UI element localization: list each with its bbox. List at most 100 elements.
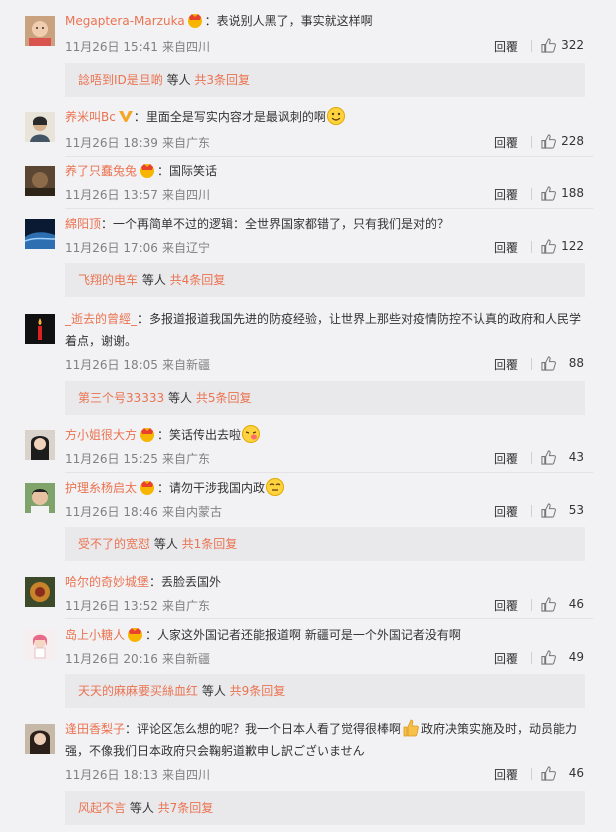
sub-reply-total[interactable]: 共1条回复 (182, 537, 238, 551)
thumbs-up-icon[interactable] (541, 186, 556, 201)
sub-reply-total[interactable]: 共5条回复 (196, 391, 252, 405)
divider (531, 136, 532, 148)
comment-time: 11月26日 18:05 (65, 358, 158, 372)
comment-source: 来自四川 (161, 40, 210, 54)
like-count: 46 (568, 766, 584, 780)
username-link[interactable]: 养了只蠢兔兔 (65, 164, 137, 178)
sub-reply-mid: 等人 (198, 684, 230, 698)
comment-source: 来自新疆 (161, 358, 210, 372)
like-count: 43 (568, 450, 584, 464)
comment-time: 11月26日 18:39 (65, 136, 158, 150)
avatar[interactable] (25, 724, 55, 754)
sub-reply-total[interactable]: 共4条回复 (170, 273, 226, 287)
sub-replies-box[interactable]: 受不了的宽怼 等人 共1条回复 (65, 527, 585, 561)
comment-meta: 11月26日 18:46 来自内蒙古 (65, 503, 222, 520)
vip-crown-icon (137, 160, 157, 180)
like-count: 49 (568, 650, 584, 664)
reply-button[interactable]: 回覆 (494, 503, 518, 520)
sub-reply-user[interactable]: 飞翔的电车 (78, 273, 138, 287)
username-link[interactable]: 哈尔的奇妙城堡 (65, 575, 149, 589)
vip-crown-icon (185, 10, 205, 30)
avatar[interactable] (25, 577, 55, 607)
avatar[interactable] (25, 166, 55, 196)
avatar[interactable] (25, 630, 55, 660)
avatar[interactable] (25, 219, 55, 249)
avatar[interactable] (25, 314, 55, 344)
avatar[interactable] (25, 112, 55, 142)
vip-crown-icon (137, 477, 157, 497)
username-link[interactable]: 逢田香梨子 (65, 722, 125, 736)
sub-reply-user[interactable]: 諗唔到ID是旦啲 (78, 73, 163, 87)
comment-meta: 11月26日 15:25 来自广东 (65, 450, 210, 467)
comment-time: 11月26日 13:52 (65, 599, 158, 613)
reply-button[interactable]: 回覆 (494, 134, 518, 151)
comment-feed: Megaptera-Marzuka ：表说别人黑了，事实就这样啊 11月26日 1… (0, 0, 616, 832)
username-link[interactable]: 綿阳顶 (65, 217, 101, 231)
emoji-face-icon (326, 106, 346, 126)
username-link[interactable]: 护理糸杨启太 (65, 481, 137, 495)
thumbs-up-icon[interactable] (541, 650, 556, 665)
sub-replies-box[interactable]: 风起不言 等人 共7条回复 (65, 791, 585, 825)
thumbs-up-icon[interactable] (541, 766, 556, 781)
comment-body: ：请勿干涉我国内政 (157, 481, 266, 495)
reply-button[interactable]: 回覆 (494, 239, 518, 256)
reply-button[interactable]: 回覆 (494, 450, 518, 467)
comment-body: ：国际笑话 (157, 164, 218, 178)
reply-button[interactable]: 回覆 (494, 186, 518, 203)
comment-time: 11月26日 15:25 (65, 452, 158, 466)
verified-v-icon (118, 109, 134, 123)
sub-reply-mid: 等人 (150, 537, 182, 551)
divider (531, 452, 532, 464)
sub-reply-total[interactable]: 共3条回复 (194, 73, 250, 87)
avatar[interactable] (25, 430, 55, 460)
comment-meta: 11月26日 15:41 来自四川 (65, 38, 210, 55)
sub-reply-total[interactable]: 共7条回复 (158, 801, 214, 815)
comment-body: ：里面全是写实内容才是最讽刺的啊 (133, 110, 326, 124)
comment-meta: 11月26日 18:13 来自四川 (65, 766, 210, 783)
comment-time: 11月26日 20:16 (65, 652, 158, 666)
avatar[interactable] (25, 16, 55, 46)
comment-source: 来自新疆 (161, 652, 210, 666)
sub-reply-user[interactable]: 天天的麻麻要买絲血红 (78, 684, 198, 698)
like-count: 53 (568, 503, 584, 517)
username-link[interactable]: 岛上小糖人 (65, 628, 125, 642)
sub-reply-user[interactable]: 受不了的宽怼 (78, 537, 150, 551)
username-link[interactable]: 方小姐很大方 (65, 428, 137, 442)
reply-button[interactable]: 回覆 (494, 597, 518, 614)
thumbs-up-icon[interactable] (541, 38, 556, 53)
username-link[interactable]: _逝去的曾經_ (65, 312, 137, 326)
username-link[interactable]: Megaptera-Marzuka (65, 14, 185, 28)
thumbs-up-icon[interactable] (541, 503, 556, 518)
divider (531, 188, 532, 200)
divider (531, 768, 532, 780)
comment-text: 逢田香梨子：评论区怎么想的呢？我一个日本人看了觉得很棒啊 政府决策实施及时，动员能… (65, 718, 593, 762)
sub-replies-box[interactable]: 諗唔到ID是旦啲 等人 共3条回复 (65, 63, 585, 97)
comment-text: 岛上小糖人 ：人家这外国记者还能报道啊 新疆可是一个外国记者没有啊 (65, 624, 593, 646)
divider (531, 241, 532, 253)
sub-reply-user[interactable]: 第三个号33333 (78, 391, 164, 405)
reply-button[interactable]: 回覆 (494, 766, 518, 783)
thumbs-up-icon[interactable] (541, 597, 556, 612)
sub-replies-box[interactable]: 飞翔的电车 等人 共4条回复 (65, 263, 585, 297)
comment-time: 11月26日 18:46 (65, 505, 158, 519)
sub-reply-mid: 等人 (164, 391, 196, 405)
thumbs-up-icon[interactable] (541, 134, 556, 149)
thumbs-up-icon[interactable] (541, 450, 556, 465)
sub-reply-user[interactable]: 风起不言 (78, 801, 126, 815)
sub-reply-total[interactable]: 共9条回复 (230, 684, 286, 698)
comment-meta: 11月26日 17:06 来自辽宁 (65, 239, 210, 256)
reply-button[interactable]: 回覆 (494, 356, 518, 373)
comment-body: ：一个再简单不过的逻辑：全世界国家都错了，只有我们是对的？ (101, 217, 450, 231)
divider (531, 40, 532, 52)
username-link[interactable]: 养米叫Bc (65, 110, 116, 124)
comment-text: Megaptera-Marzuka ：表说别人黑了，事实就这样啊 (65, 10, 593, 32)
sub-replies-box[interactable]: 天天的麻麻要买絲血红 等人 共9条回复 (65, 674, 585, 708)
comment-body: ：笑话传出去啦 (157, 428, 242, 442)
avatar[interactable] (25, 483, 55, 513)
reply-button[interactable]: 回覆 (494, 38, 518, 55)
reply-button[interactable]: 回覆 (494, 650, 518, 667)
thumbs-up-icon[interactable] (541, 356, 556, 371)
sub-reply-mid: 等人 (162, 73, 195, 87)
thumbs-up-icon[interactable] (541, 239, 556, 254)
sub-replies-box[interactable]: 第三个号33333 等人 共5条回复 (65, 381, 585, 415)
